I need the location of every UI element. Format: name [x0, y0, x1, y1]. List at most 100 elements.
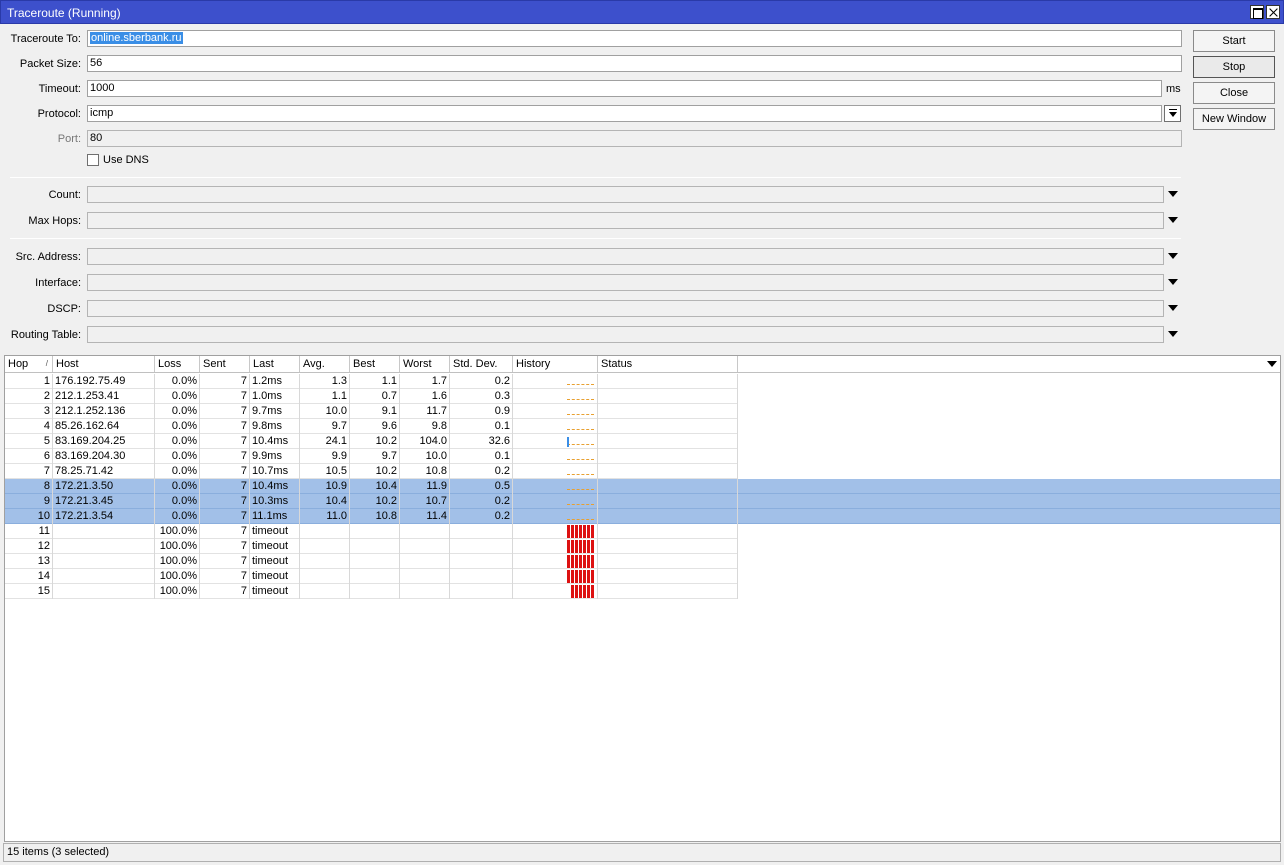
- header-label: Sent: [203, 358, 226, 370]
- host-cell: [53, 569, 155, 584]
- header-col-last[interactable]: Last: [250, 356, 300, 372]
- worst-cell: 11.4: [400, 509, 450, 524]
- protocol-dropdown-icon[interactable]: [1164, 105, 1181, 122]
- interface-input[interactable]: [87, 274, 1164, 291]
- traceroute-to-input[interactable]: online.sberbank.ru: [87, 30, 1182, 47]
- table-row[interactable]: 13 100.0% 7 timeout: [5, 554, 738, 569]
- header-label: Host: [56, 358, 79, 370]
- header-col-loss[interactable]: Loss: [155, 356, 200, 372]
- table-row[interactable]: 1 176.192.75.49 0.0% 7 1.2ms 1.3 1.1 1.7 0.2: [5, 374, 738, 389]
- header-col-history[interactable]: History: [513, 356, 598, 372]
- table-row[interactable]: 10 172.21.3.54 0.0% 7 11.1ms 11.0 10.8 11.4 0.2: [5, 509, 1280, 524]
- stdev-cell: 0.2: [450, 509, 513, 524]
- loss-cell: 0.0%: [155, 404, 200, 419]
- last-cell: timeout: [250, 539, 300, 554]
- stdev-cell: 0.2: [450, 374, 513, 389]
- last-cell: 1.0ms: [250, 389, 300, 404]
- packet-size-input[interactable]: 56: [87, 55, 1182, 72]
- best-cell: [350, 524, 400, 539]
- stdev-cell: 0.2: [450, 494, 513, 509]
- header-col-hop[interactable]: Hop /: [5, 356, 53, 372]
- routing-table-input[interactable]: [87, 326, 1164, 343]
- close-button[interactable]: Close: [1193, 82, 1275, 104]
- last-cell: 10.3ms: [250, 494, 300, 509]
- header-col-stdev[interactable]: Std. Dev.: [450, 356, 513, 372]
- history-cell: [513, 494, 598, 509]
- status-bar: 15 items (3 selected): [3, 843, 1281, 862]
- header-col-worst[interactable]: Worst: [400, 356, 450, 372]
- best-cell: 10.4: [350, 479, 400, 494]
- header-col-avg[interactable]: Avg.: [300, 356, 350, 372]
- src-address-input[interactable]: [87, 248, 1164, 265]
- table-row[interactable]: 9 172.21.3.45 0.0% 7 10.3ms 10.4 10.2 10.7 0.2: [5, 494, 1280, 509]
- header-col-sent[interactable]: Sent: [200, 356, 250, 372]
- stdev-cell: 0.1: [450, 419, 513, 434]
- table-row[interactable]: 12 100.0% 7 timeout: [5, 539, 738, 554]
- close-icon[interactable]: [1266, 5, 1280, 19]
- max-hops-expand-icon[interactable]: [1168, 217, 1178, 223]
- table-row[interactable]: 5 83.169.204.25 0.0% 7 10.4ms 24.1 10.2 104.0 32…: [5, 434, 738, 449]
- new-window-button[interactable]: New Window: [1193, 108, 1275, 130]
- count-input[interactable]: [87, 186, 1164, 203]
- start-button[interactable]: Start: [1193, 30, 1275, 52]
- sort-ascending-icon: /: [45, 359, 48, 368]
- results-table[interactable]: Hop / Host Loss Sent Last Avg. Best Worst Std. De…: [4, 355, 1281, 842]
- worst-cell: 104.0: [400, 434, 450, 449]
- last-cell: timeout: [250, 584, 300, 599]
- dscp-input[interactable]: [87, 300, 1164, 317]
- sent-cell: 7: [200, 479, 250, 494]
- stdev-cell: [450, 584, 513, 599]
- loss-cell: 0.0%: [155, 464, 200, 479]
- worst-cell: 9.8: [400, 419, 450, 434]
- best-cell: 10.8: [350, 509, 400, 524]
- loss-cell: 0.0%: [155, 449, 200, 464]
- table-row[interactable]: 3 212.1.252.136 0.0% 7 9.7ms 10.0 9.1 11.7 0.9: [5, 404, 738, 419]
- table-row[interactable]: 6 83.169.204.30 0.0% 7 9.9ms 9.9 9.7 10.0 0.1: [5, 449, 738, 464]
- timeout-input[interactable]: 1000: [87, 80, 1162, 97]
- column-menu-icon[interactable]: [1267, 361, 1277, 367]
- worst-cell: 10.0: [400, 449, 450, 464]
- avg-cell: [300, 554, 350, 569]
- last-cell: 10.4ms: [250, 434, 300, 449]
- count-expand-icon[interactable]: [1168, 191, 1178, 197]
- maximize-icon[interactable]: [1250, 5, 1264, 19]
- table-row[interactable]: 15 100.0% 7 timeout: [5, 584, 738, 599]
- history-cell: [513, 419, 598, 434]
- hop-cell: 1: [5, 374, 53, 389]
- host-cell: 212.1.253.41: [53, 389, 155, 404]
- table-row[interactable]: 8 172.21.3.50 0.0% 7 10.4ms 10.9 10.4 11.9 0.5: [5, 479, 1280, 494]
- host-cell: 85.26.162.64: [53, 419, 155, 434]
- protocol-select[interactable]: icmp: [87, 105, 1162, 122]
- table-row[interactable]: 2 212.1.253.41 0.0% 7 1.0ms 1.1 0.7 1.6 0.3: [5, 389, 738, 404]
- best-cell: [350, 539, 400, 554]
- header-col-best[interactable]: Best: [350, 356, 400, 372]
- stdev-cell: [450, 569, 513, 584]
- stop-button[interactable]: Stop: [1193, 56, 1275, 78]
- best-cell: 1.1: [350, 374, 400, 389]
- header-col-status[interactable]: Status: [598, 356, 738, 372]
- hop-cell: 10: [5, 509, 53, 524]
- routing-table-expand-icon[interactable]: [1168, 331, 1178, 337]
- header-label: Std. Dev.: [453, 358, 498, 370]
- interface-expand-icon[interactable]: [1168, 279, 1178, 285]
- table-row[interactable]: 11 100.0% 7 timeout: [5, 524, 738, 539]
- header-label: History: [516, 358, 551, 370]
- table-row[interactable]: 7 78.25.71.42 0.0% 7 10.7ms 10.5 10.2 10.8 0.2: [5, 464, 738, 479]
- src-address-expand-icon[interactable]: [1168, 253, 1178, 259]
- use-dns-checkbox[interactable]: [87, 154, 99, 166]
- avg-cell: 11.0: [300, 509, 350, 524]
- worst-cell: 11.7: [400, 404, 450, 419]
- header-col-host[interactable]: Host: [53, 356, 155, 372]
- last-cell: timeout: [250, 554, 300, 569]
- best-cell: [350, 569, 400, 584]
- max-hops-input[interactable]: [87, 212, 1164, 229]
- last-cell: 1.2ms: [250, 374, 300, 389]
- port-input: 80: [87, 130, 1182, 147]
- table-row[interactable]: 4 85.26.162.64 0.0% 7 9.8ms 9.7 9.6 9.8 0.1: [5, 419, 738, 434]
- avg-cell: 10.0: [300, 404, 350, 419]
- hop-cell: 3: [5, 404, 53, 419]
- table-row[interactable]: 14 100.0% 7 timeout: [5, 569, 738, 584]
- last-cell: timeout: [250, 569, 300, 584]
- host-cell: 172.21.3.50: [53, 479, 155, 494]
- dscp-expand-icon[interactable]: [1168, 305, 1178, 311]
